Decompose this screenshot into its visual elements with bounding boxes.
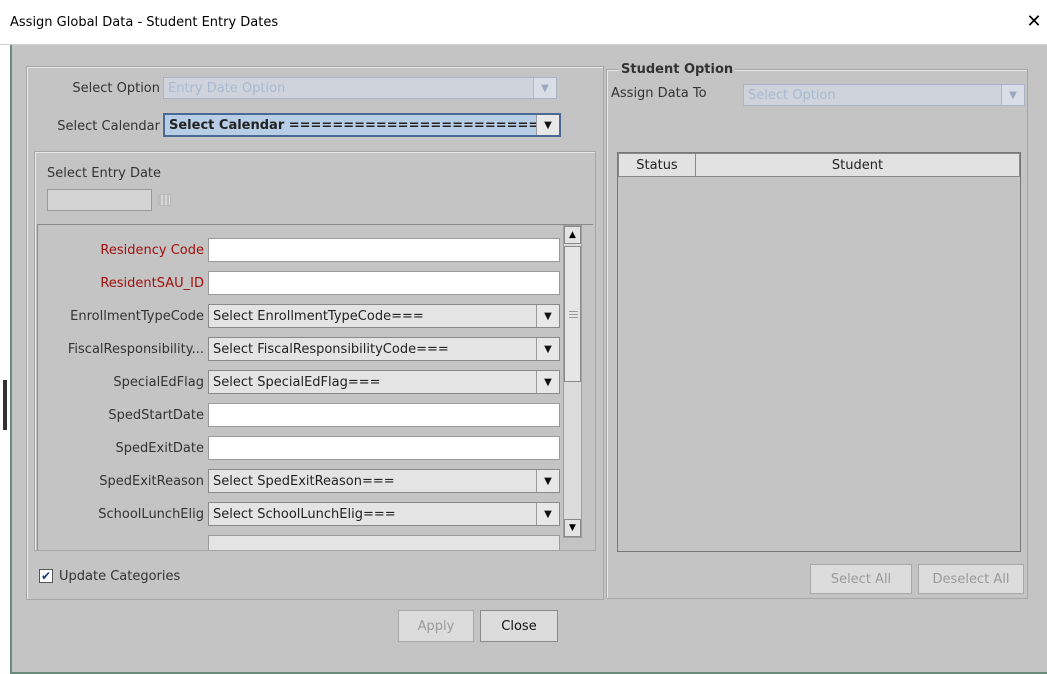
select-entry-date-label: Select Entry Date (47, 166, 162, 181)
sped-exit-reason-value: Select SpedExitReason=== (213, 473, 395, 489)
student-table: Status Student (617, 152, 1021, 552)
update-categories-label: Update Categories (59, 569, 181, 584)
fields-scroll-area: Residency Code ResidentSAU_ID Enrollment… (37, 224, 593, 550)
chevron-down-icon: ▼ (536, 371, 559, 393)
fiscal-responsibility-label: FiscalResponsibility... (67, 342, 204, 357)
chevron-down-icon: ▼ (536, 305, 559, 327)
entry-date-option-value: Entry Date Option (168, 80, 286, 96)
apply-button[interactable]: Apply (398, 610, 474, 642)
sped-exit-date-field[interactable] (208, 436, 560, 460)
sped-start-date-field[interactable] (208, 403, 560, 427)
chevron-down-icon: ▼ (533, 78, 556, 98)
window-title: Assign Global Data - Student Entry Dates (10, 15, 279, 30)
select-all-button[interactable]: Select All (810, 564, 912, 594)
residency-code-field[interactable] (208, 238, 560, 262)
entry-date-panel: Select Entry Date Residency Code Residen… (34, 151, 596, 551)
calendar-icon[interactable] (158, 194, 171, 206)
title-bar: Assign Global Data - Student Entry Dates… (0, 0, 1047, 45)
entry-date-option-select[interactable]: Entry Date Option ▼ (163, 77, 557, 99)
deselect-all-button[interactable]: Deselect All (918, 564, 1024, 594)
assign-data-to-select[interactable]: Select Option ▼ (743, 84, 1025, 106)
school-lunch-elig-value: Select SchoolLunchElig=== (213, 506, 396, 522)
enrollment-type-code-select[interactable]: Select EnrollmentTypeCode=== ▼ (208, 304, 560, 328)
chevron-down-icon: ▼ (536, 470, 559, 492)
select-option-label: Select Option (72, 81, 160, 96)
sped-exit-reason-select[interactable]: Select SpedExitReason=== ▼ (208, 469, 560, 493)
sped-exit-date-label: SpedExitDate (115, 441, 204, 456)
chevron-down-icon: ▼ (536, 503, 559, 525)
assign-data-to-value: Select Option (748, 87, 836, 103)
scroll-up-icon[interactable]: ▲ (564, 226, 581, 244)
enrollment-type-code-value: Select EnrollmentTypeCode=== (213, 308, 424, 324)
fiscal-responsibility-select[interactable]: Select FiscalResponsibilityCode=== ▼ (208, 337, 560, 361)
fiscal-responsibility-value: Select FiscalResponsibilityCode=== (213, 341, 449, 357)
resident-sau-id-field[interactable] (208, 271, 560, 295)
enrollment-type-code-label: EnrollmentTypeCode (70, 309, 204, 324)
calendar-select-value: Select Calendar ======================= (169, 117, 536, 133)
update-categories-checkbox[interactable]: ✔ (39, 569, 53, 583)
check-icon: ✔ (40, 569, 52, 583)
column-header-status[interactable]: Status (618, 153, 696, 177)
special-ed-flag-select[interactable]: Select SpecialEdFlag=== ▼ (208, 370, 560, 394)
chevron-down-icon: ▼ (536, 115, 559, 135)
left-panel: Select Option Entry Date Option ▼ Select… (26, 66, 604, 600)
residency-code-label: Residency Code (100, 243, 204, 258)
fields-scrollbar[interactable]: ▲ ▼ (563, 225, 582, 538)
select-calendar-label: Select Calendar (57, 119, 160, 134)
scroll-down-icon[interactable]: ▼ (564, 519, 581, 537)
special-ed-flag-value: Select SpecialEdFlag=== (213, 374, 381, 390)
chevron-down-icon: ▼ (1001, 85, 1024, 105)
student-option-panel: Student Option Assign Data To Select Opt… (606, 62, 1028, 599)
column-header-student[interactable]: Student (695, 153, 1020, 177)
next-field-clipped[interactable] (208, 535, 560, 550)
sped-exit-reason-label: SpedExitReason (99, 474, 204, 489)
resident-sau-id-label: ResidentSAU_ID (100, 276, 204, 291)
chevron-down-icon: ▼ (536, 338, 559, 360)
entry-date-input[interactable] (47, 189, 152, 211)
school-lunch-elig-label: SchoolLunchElig (98, 507, 204, 522)
close-icon[interactable]: ✕ (1022, 10, 1046, 34)
background-window-edge (3, 380, 7, 430)
close-button[interactable]: Close (480, 610, 558, 642)
next-field-label-clipped (98, 537, 204, 547)
window-edge (0, 45, 10, 674)
student-option-title: Student Option (619, 62, 736, 77)
school-lunch-elig-select[interactable]: Select SchoolLunchElig=== ▼ (208, 502, 560, 526)
dialog-body: Select Option Entry Date Option ▼ Select… (10, 45, 1047, 674)
calendar-select[interactable]: Select Calendar ======================= … (163, 113, 561, 137)
assign-data-to-label: Assign Data To (611, 86, 707, 101)
scroll-thumb[interactable] (564, 246, 581, 382)
sped-start-date-label: SpedStartDate (108, 408, 204, 423)
special-ed-flag-label: SpecialEdFlag (113, 375, 204, 390)
